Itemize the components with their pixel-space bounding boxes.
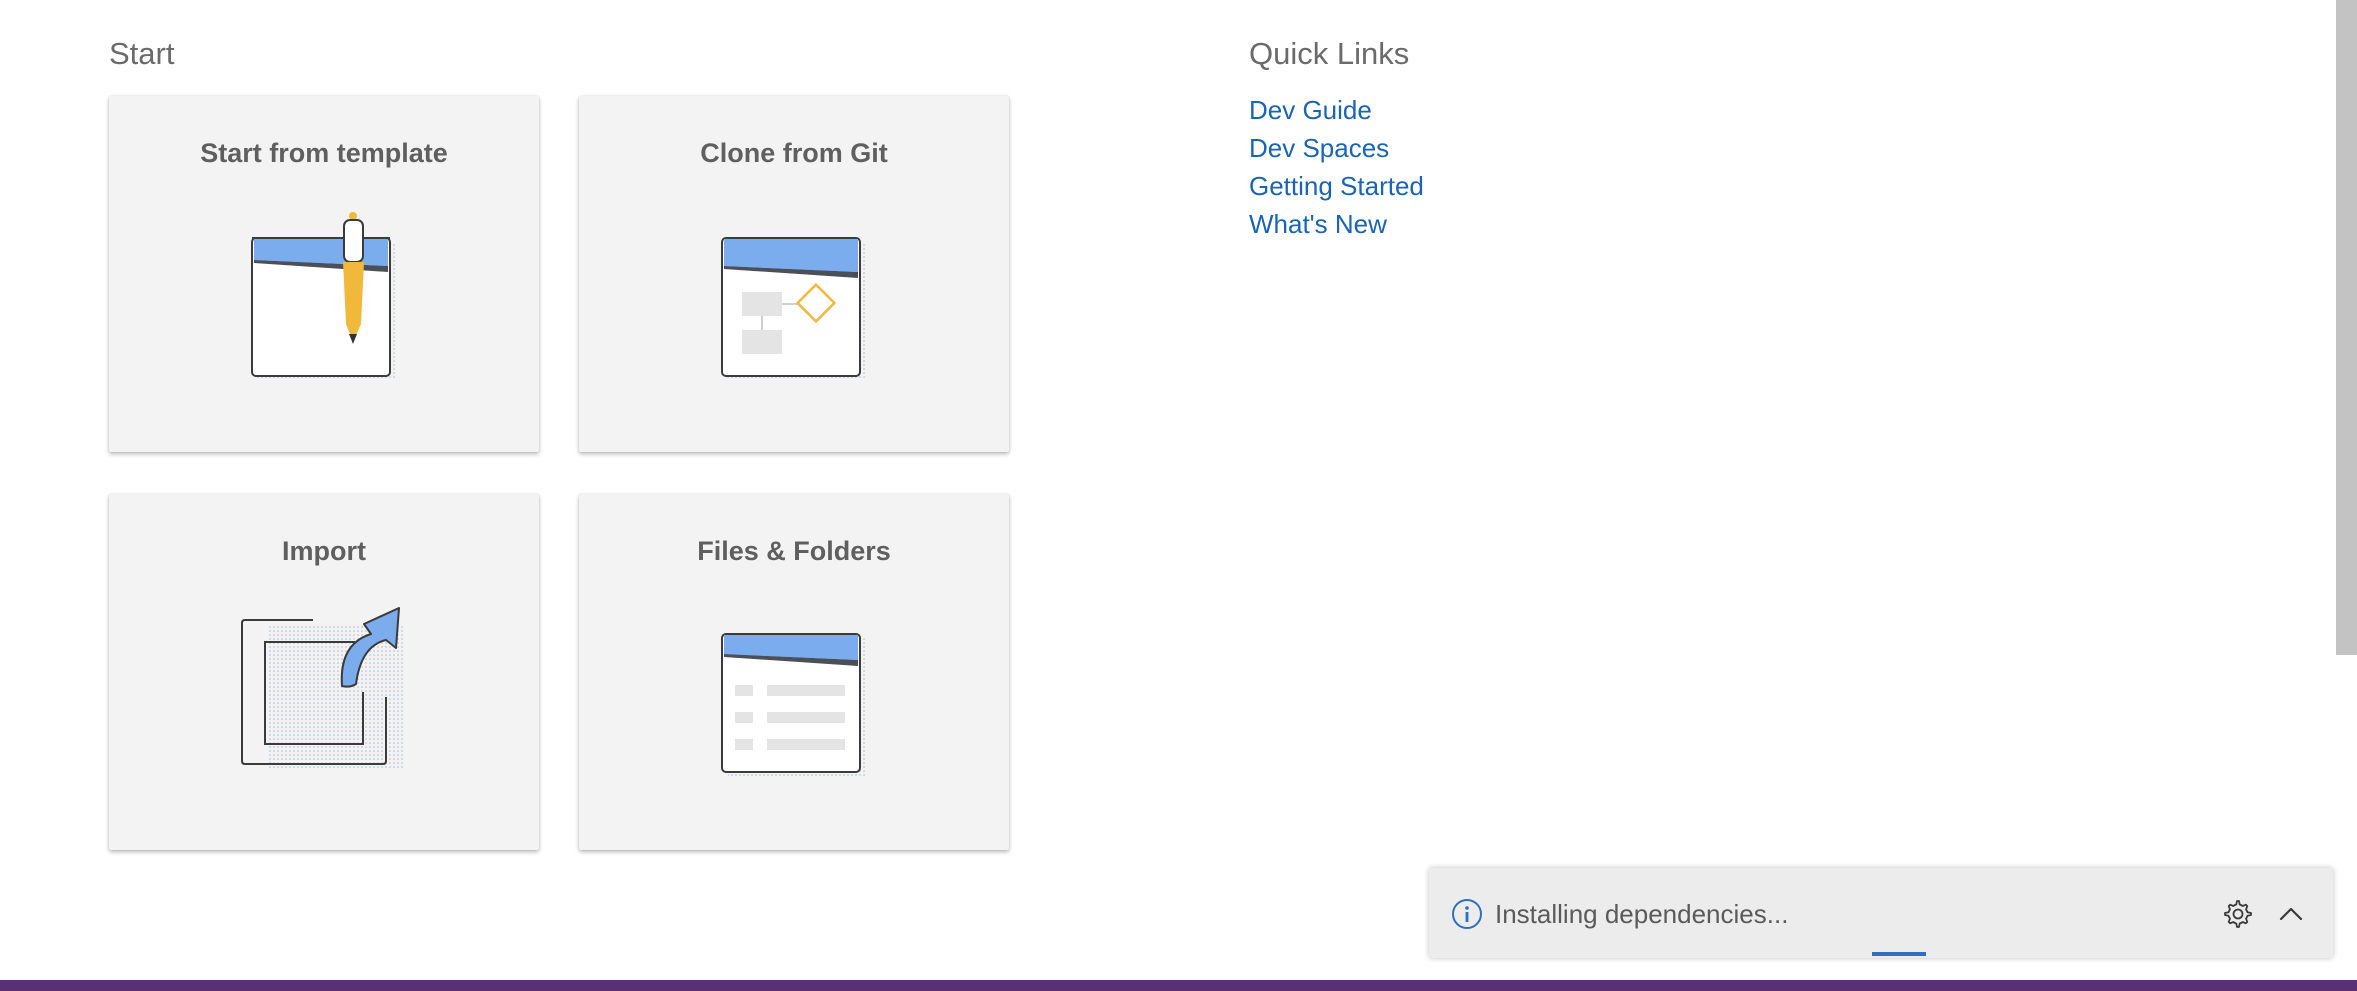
start-heading: Start xyxy=(109,36,175,71)
quick-links-heading: Quick Links xyxy=(1249,36,1410,71)
start-from-template-card[interactable]: Start from template xyxy=(109,96,539,452)
quick-link-item: Dev Guide xyxy=(1249,94,1424,132)
info-icon xyxy=(1452,899,1482,929)
whats-new-link[interactable]: What's New xyxy=(1249,209,1387,239)
quick-link-item: Dev Spaces xyxy=(1249,132,1424,170)
dev-guide-link[interactable]: Dev Guide xyxy=(1249,95,1372,125)
start-page: Start Start from template Clone from Git xyxy=(0,0,2357,991)
progress-indicator xyxy=(1872,952,1926,956)
gear-icon[interactable] xyxy=(2223,899,2253,929)
quick-link-item: Getting Started xyxy=(1249,170,1424,208)
notification-toast: Installing dependencies... xyxy=(1429,868,2333,958)
quick-links-list: Dev Guide Dev Spaces Getting Started Wha… xyxy=(1249,94,1424,246)
getting-started-link[interactable]: Getting Started xyxy=(1249,171,1424,201)
status-bar xyxy=(0,980,2357,991)
files-list-icon xyxy=(721,633,866,776)
quick-link-item: What's New xyxy=(1249,208,1424,246)
git-flow-icon xyxy=(721,237,865,380)
import-arrow-icon xyxy=(241,607,405,770)
dev-spaces-link[interactable]: Dev Spaces xyxy=(1249,133,1389,163)
template-pen-icon xyxy=(251,212,395,380)
chevron-up-icon[interactable] xyxy=(2276,900,2306,928)
clone-from-git-card[interactable]: Clone from Git xyxy=(579,96,1009,452)
import-card[interactable]: Import xyxy=(109,494,539,850)
files-and-folders-card[interactable]: Files & Folders xyxy=(579,494,1009,850)
notification-message: Installing dependencies... xyxy=(1495,899,1789,929)
scrollbar-thumb[interactable] xyxy=(2336,0,2357,655)
